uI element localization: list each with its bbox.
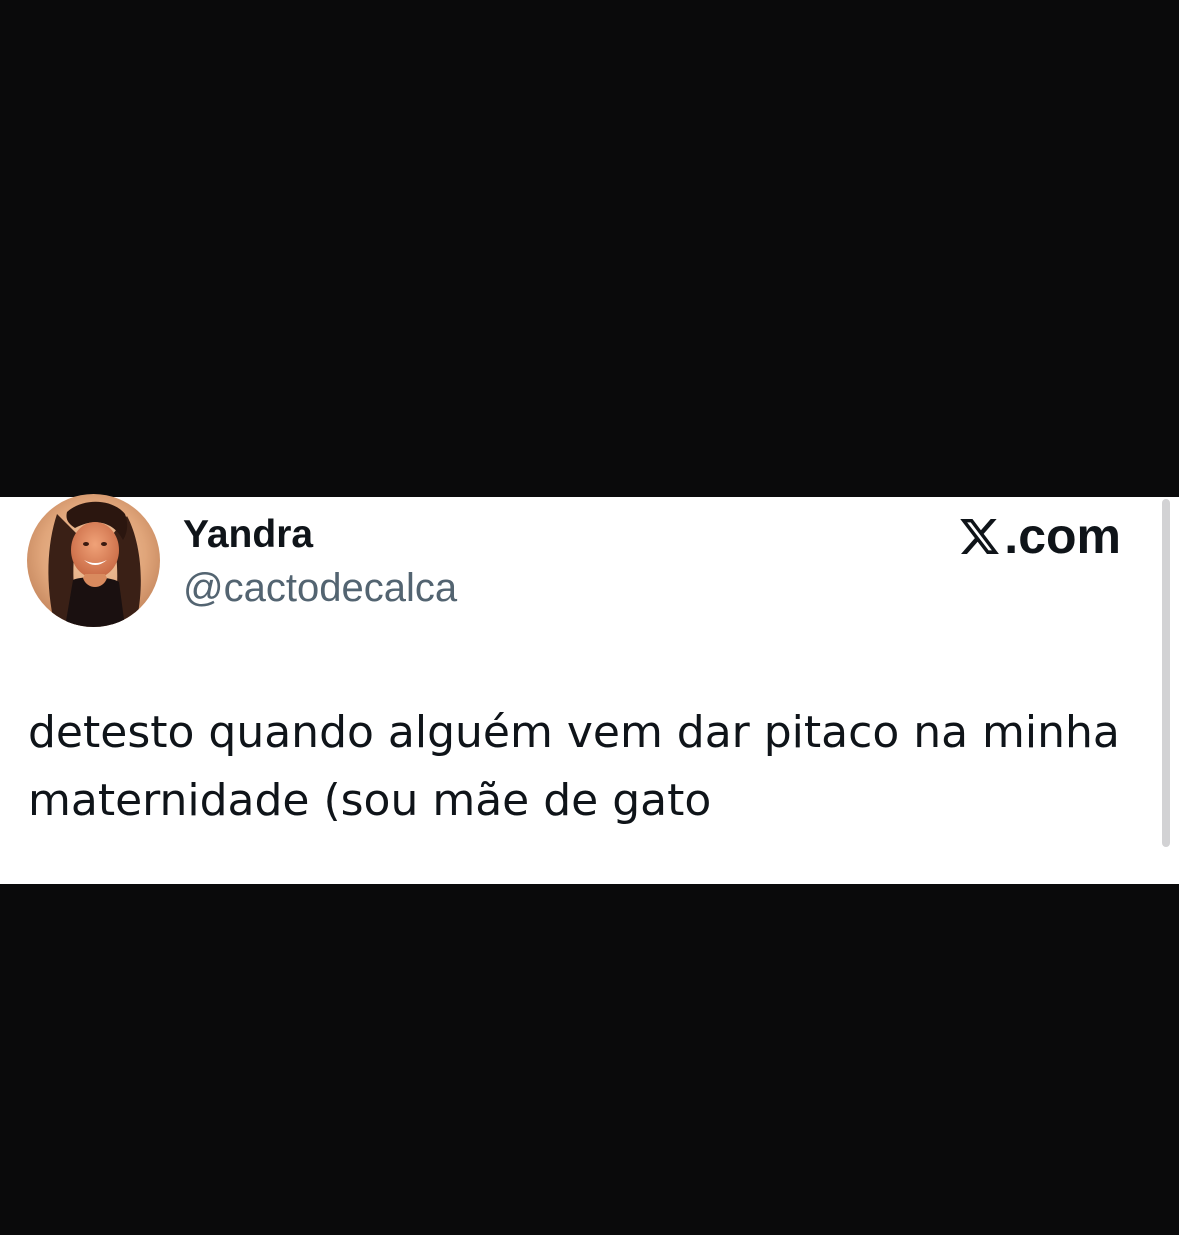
avatar-photo: [27, 494, 160, 627]
brand-watermark: .com: [958, 507, 1121, 565]
user-handle[interactable]: @cactodecalca: [183, 564, 457, 612]
tweet-text-line: maternidade (sou mãe de gato: [28, 775, 712, 826]
tweet-body: detesto quando alguém vem dar pitaco na …: [28, 699, 1148, 835]
avatar[interactable]: [27, 494, 160, 627]
x-logo-icon: [960, 518, 1000, 554]
brand-domain: .com: [1004, 508, 1121, 564]
scrollbar[interactable]: [1162, 499, 1170, 847]
screenshot-stage: Yandra @cactodecalca .com detesto quando…: [0, 0, 1179, 1235]
tweet-text-line: detesto quando alguém vem dar pitaco na …: [28, 707, 1120, 758]
display-name[interactable]: Yandra: [183, 511, 313, 559]
